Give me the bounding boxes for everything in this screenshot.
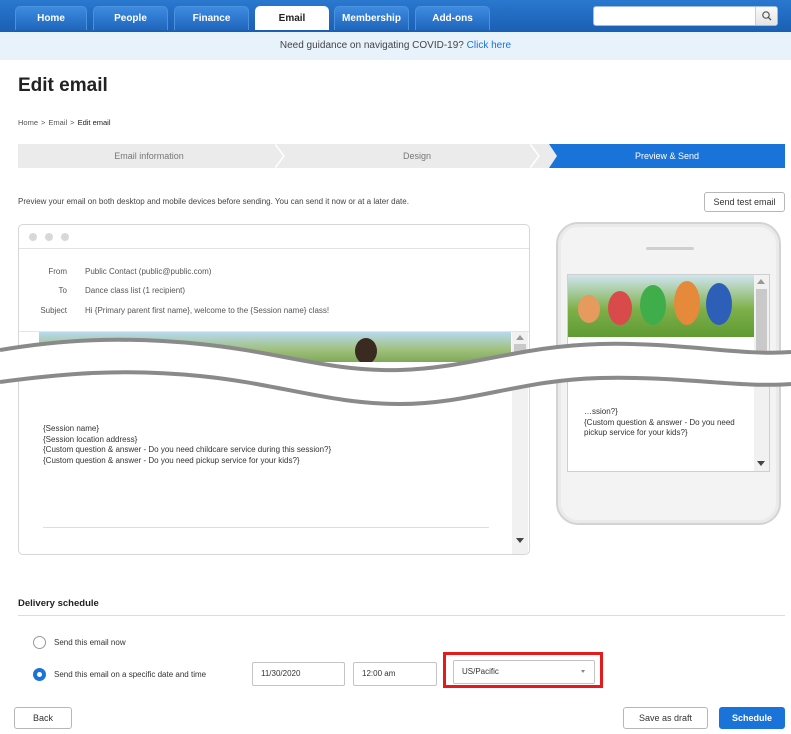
time-field[interactable]: 12:00 am [353,662,437,686]
page-title: Edit email [18,75,108,96]
child-photo [640,285,666,325]
breadcrumb-current: Edit email [77,118,111,127]
send-now-label[interactable]: Send this email now [54,638,126,647]
child-photo [608,291,632,325]
top-navigation: Home People Finance Email Membership Add… [0,0,791,32]
torn-edge [0,337,791,407]
body-line: {Session name} [43,424,100,433]
step-email-information[interactable]: Email information [18,144,280,168]
body-line: {Custom question & answer - Do you need … [43,445,332,454]
banner-link[interactable]: Click here [467,40,511,51]
window-chrome [19,225,529,249]
to-label: To [58,286,67,295]
scroll-up-icon[interactable] [757,279,765,285]
breadcrumb: Home > Email > Edit email [18,118,111,127]
window-dot-icon [61,233,69,241]
step-preview-send[interactable]: Preview & Send [549,144,785,168]
banner-text: Need guidance on navigating COVID-19? [279,40,464,51]
send-later-radio[interactable] [33,668,46,681]
scroll-down-icon[interactable] [757,461,765,467]
date-field[interactable]: 11/30/2020 [252,662,345,686]
tab-add-ons[interactable]: Add-ons [415,6,490,30]
tab-people[interactable]: People [93,6,168,30]
divider [18,615,785,616]
body-line: {Session location address} [43,434,138,444]
to-value: Dance class list (1 recipient) [85,286,186,295]
tab-finance[interactable]: Finance [174,6,249,30]
subject-row: Subject Hi {Primary parent first name}, … [19,306,519,318]
divider [43,527,489,528]
search-input[interactable] [593,6,778,26]
step-design[interactable]: Design [286,144,548,168]
search-icon [762,11,772,21]
subject-label: Subject [40,306,67,315]
child-photo [578,295,600,323]
body-line: …ssion?} [584,407,618,416]
progress-steps: Email information Design Preview & Send [18,144,785,168]
intro-text: Preview your email on both desktop and m… [18,197,409,206]
covid-banner: Need guidance on navigating COVID-19? Cl… [0,32,791,60]
search-button[interactable] [755,7,777,25]
send-test-email-button[interactable]: Send test email [704,192,785,212]
tab-home[interactable]: Home [15,6,87,30]
from-label: From [48,267,67,276]
breadcrumb-home[interactable]: Home [18,118,38,127]
schedule-button[interactable]: Schedule [719,707,785,729]
child-photo [706,283,732,325]
tab-membership[interactable]: Membership [334,6,409,30]
window-dot-icon [29,233,37,241]
back-button[interactable]: Back [14,707,72,729]
send-later-label[interactable]: Send this email on a specific date and t… [54,670,206,679]
from-row: From Public Contact (public@public.com) [19,267,519,279]
subject-value: Hi {Primary parent first name}, welcome … [85,306,330,315]
from-value: Public Contact (public@public.com) [85,267,212,276]
email-body-text: {Session name} {Session location address… [43,424,331,466]
send-now-radio[interactable] [33,636,46,649]
save-as-draft-button[interactable]: Save as draft [623,707,708,729]
body-line: {Custom question & answer - Do you need … [584,417,735,438]
child-photo [674,281,700,325]
tab-email[interactable]: Email [255,6,329,30]
window-dot-icon [45,233,53,241]
body-line: {Custom question & answer - Do you need … [43,455,300,465]
to-row: To Dance class list (1 recipient) [19,286,519,298]
delivery-schedule-heading: Delivery schedule [18,598,99,609]
phone-speaker [646,247,694,250]
scroll-down-icon[interactable] [516,538,524,544]
mobile-body-text: …ssion?} {Custom question & answer - Do … [584,407,754,439]
breadcrumb-email[interactable]: Email [48,118,67,127]
highlight-box [443,652,603,688]
